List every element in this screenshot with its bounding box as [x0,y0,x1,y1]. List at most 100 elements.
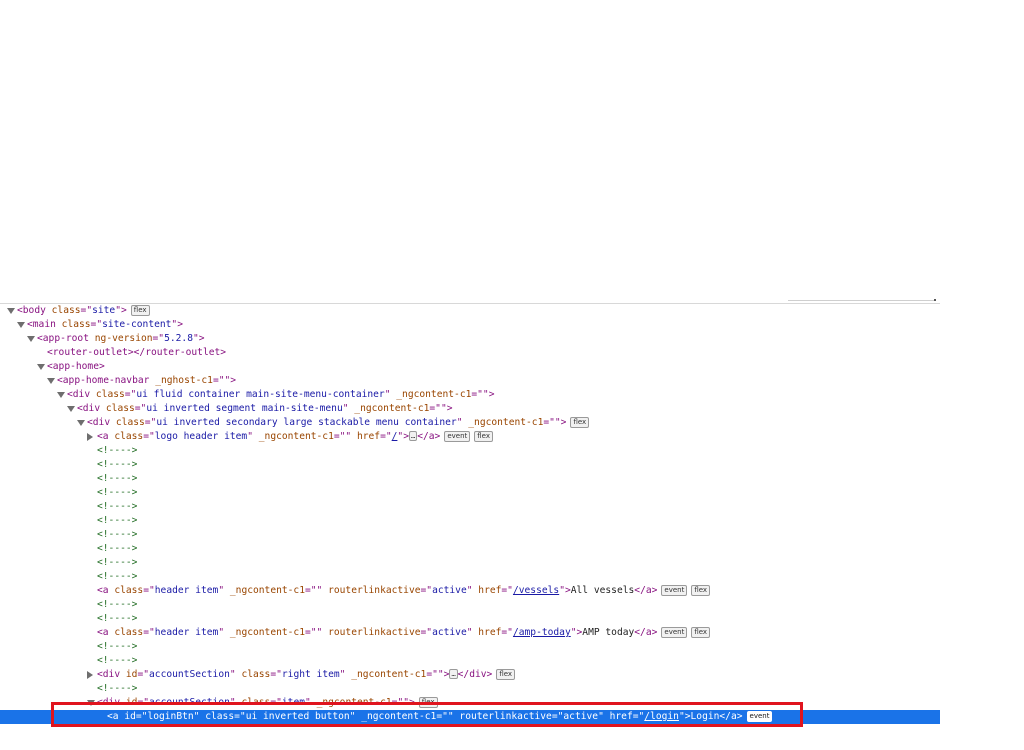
tag-markup: " [247,431,259,442]
tag-markup: "> [115,305,127,316]
resize-handle[interactable] [934,299,936,301]
flex-badge[interactable]: flex [474,431,493,442]
dom-node-row[interactable]: <body class="site"> flex [0,304,940,318]
tag-markup: " [466,585,479,596]
dom-node-row[interactable]: <main class="site-content"> [0,318,940,332]
expand-triangle-icon[interactable] [77,420,85,426]
tag-markup: =""> [429,403,453,414]
expand-triangle-icon[interactable] [17,322,25,328]
tag-markup: <body [17,305,52,316]
attribute-value: logo header item [154,431,248,442]
comment-node: <!----> [97,557,138,568]
tag-markup: <a [97,585,115,596]
node-markup: <a class="header item" _ngcontent-c1="" … [97,584,711,598]
href-link[interactable]: /amp-today [513,627,571,638]
attribute-name: _ngcontent-c1 [229,627,305,638]
node-markup: <a class="logo header item" _ngcontent-c… [97,430,493,444]
flex-badge[interactable]: flex [691,627,711,638]
flex-badge[interactable]: flex [691,585,711,596]
event-badge[interactable]: event [661,627,688,638]
attribute-value: site [92,305,116,316]
dom-node-row[interactable]: <app-root ng-version="5.2.8"> [0,332,940,346]
attribute-name: _ngcontent-c1 [229,585,305,596]
attribute-name: class [114,431,144,442]
flex-badge[interactable]: flex [496,669,516,680]
dom-node-row[interactable]: <app-home-navbar _nghost-c1=""> [0,374,940,388]
tag-markup: ="" [304,585,329,596]
tag-markup: " [456,417,469,428]
dom-node-row[interactable]: <div class="ui inverted segment main-sit… [0,402,940,416]
href-link[interactable]: /vessels [513,585,559,596]
tag-markup: " [218,627,230,638]
collapse-triangle-icon[interactable] [87,671,93,679]
ellipsis-expand-button[interactable]: … [408,431,418,441]
attribute-value: header item [154,627,219,638]
dom-node-row[interactable]: <!----> [0,612,940,626]
expand-triangle-icon[interactable] [27,336,35,342]
tag-markup: <router-outlet></router-outlet> [47,347,227,358]
dom-node-row[interactable]: <!----> [0,500,940,514]
flex-badge[interactable]: flex [130,305,150,316]
dom-node-row[interactable]: <!----> [0,654,940,668]
attribute-name: id [125,669,138,680]
tag-markup: =""> [471,389,495,400]
tag-markup: <div [87,417,116,428]
dom-node-row[interactable]: <a class="logo header item" _ngcontent-c… [0,430,940,444]
dom-node-row[interactable]: <router-outlet></router-outlet> [0,346,940,360]
tag-markup: ="" [304,627,329,638]
dom-node-row[interactable]: <!----> [0,556,940,570]
attribute-name: _ngcontent-c1 [258,431,334,442]
dom-node-row[interactable]: <!----> [0,486,940,500]
expand-triangle-icon[interactable] [37,364,45,370]
tag-markup: " [342,403,355,414]
tag-markup: <div [77,403,106,414]
tag-markup: " [339,669,352,680]
dom-node-row[interactable]: <a class="header item" _ngcontent-c1="" … [0,626,940,640]
attribute-name: routerlinkactive [328,627,421,638]
attribute-name: class [105,403,135,414]
attribute-value: accountSection [149,669,230,680]
tag-markup: " [384,389,397,400]
dom-node-row[interactable]: <!----> [0,598,940,612]
collapse-triangle-icon[interactable] [87,433,93,441]
tag-markup: </a> [634,585,658,596]
attribute-name: routerlinkactive [328,585,421,596]
attribute-value: ui inverted segment main-site-menu [146,403,343,414]
comment-node: <!----> [97,613,138,624]
node-markup: <!----> [97,500,137,514]
dom-node-row[interactable]: <div id="accountSection" class="right it… [0,668,940,682]
dom-node-row[interactable]: <!----> [0,514,940,528]
dom-node-row[interactable]: <!----> [0,444,940,458]
dom-node-row[interactable]: <!----> [0,458,940,472]
tag-markup: =" [270,669,282,680]
dom-node-row[interactable]: <a class="header item" _ngcontent-c1="" … [0,584,940,598]
horizontal-scrollbar[interactable] [788,300,936,301]
node-markup: <router-outlet></router-outlet> [47,346,226,360]
dom-node-row[interactable]: <!----> [0,682,940,696]
text-node: All vessels [570,585,635,596]
dom-node-row[interactable]: <!----> [0,528,940,542]
dom-node-row[interactable]: <app-home> [0,360,940,374]
attribute-name: class [115,417,145,428]
tag-markup: =" [124,389,137,400]
dom-node-row[interactable]: <!----> [0,640,940,654]
event-badge[interactable]: event [444,431,471,442]
event-badge[interactable]: event [661,585,688,596]
comment-node: <!----> [97,683,138,694]
expand-triangle-icon[interactable] [47,378,55,384]
dom-node-row[interactable]: <!----> [0,472,940,486]
tag-markup: =" [420,627,433,638]
ellipsis-expand-button[interactable]: … [449,669,458,679]
dom-node-row[interactable]: <!----> [0,542,940,556]
dom-node-row[interactable]: <div class="ui inverted secondary large … [0,416,940,430]
expand-triangle-icon[interactable] [57,392,65,398]
flex-badge[interactable]: flex [570,417,590,428]
expand-triangle-icon[interactable] [7,308,15,314]
tag-markup: " [466,627,479,638]
expand-triangle-icon[interactable] [67,406,75,412]
dom-node-row[interactable]: <!----> [0,570,940,584]
node-markup: <!----> [97,654,137,668]
tag-markup: =" [90,319,103,330]
dom-node-row[interactable]: <div class="ui fluid container main-site… [0,388,940,402]
tag-markup: =" [143,585,155,596]
